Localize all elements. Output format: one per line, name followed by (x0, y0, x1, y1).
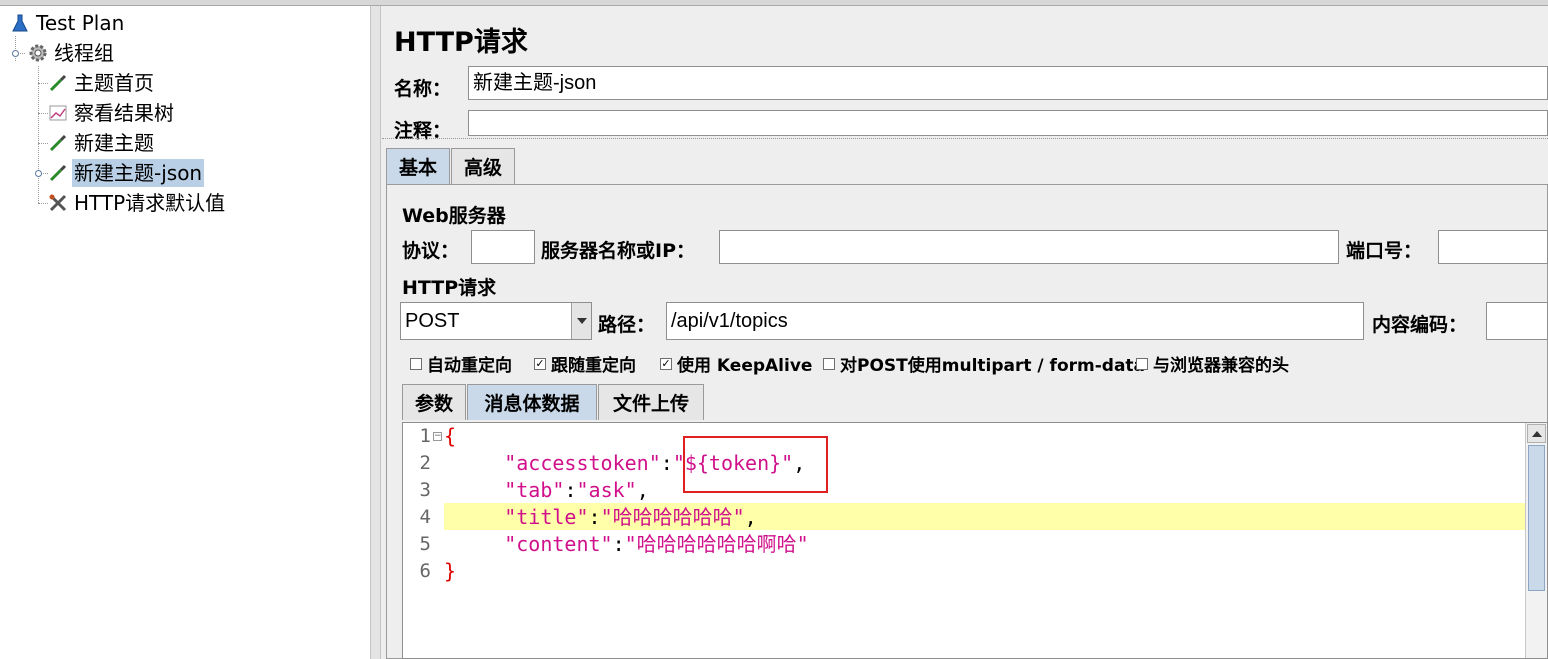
pane-splitter[interactable] (370, 6, 381, 659)
http-request-title: HTTP请求 (402, 277, 497, 299)
line-number: 4 (419, 506, 431, 528)
tree-item-http-defaults[interactable]: HTTP请求默认值 (48, 188, 227, 218)
test-plan-tree: Test Plan 线程组 主题首页 察看结果树 新建主题 新建主题-json (0, 6, 370, 659)
code-line-4: "title":"哈哈哈哈哈哈", (504, 505, 757, 529)
collapse-divider[interactable] (382, 138, 1548, 146)
server-field[interactable] (719, 230, 1339, 264)
protocol-field[interactable] (471, 230, 535, 264)
scrollbar-thumb[interactable] (1528, 445, 1545, 591)
name-label: 名称： (394, 78, 452, 100)
option-multipart[interactable]: 对POST使用multipart / form-data (823, 351, 1145, 376)
checkbox[interactable] (410, 357, 422, 370)
tab-parameters[interactable]: 参数 (402, 384, 466, 420)
pipette-icon (48, 163, 68, 183)
body-data-editor[interactable]: 1 2 3 4 5 6 − { "accesstoken":"${token}"… (402, 422, 1548, 659)
protocol-label: 协议： (402, 240, 460, 262)
code-line-6: } (444, 559, 457, 583)
option-label: 对POST使用multipart / form-data (840, 356, 1146, 376)
tab-body-data[interactable]: 消息体数据 (467, 384, 597, 420)
line-number: 2 (419, 452, 431, 474)
flask-icon (10, 13, 30, 33)
tab-basic[interactable]: 基本 (386, 148, 450, 184)
tree-item-label: HTTP请求默认值 (74, 191, 226, 215)
page-title: HTTP请求 (394, 27, 528, 58)
option-browser-headers[interactable]: 与浏览器兼容的头 (1136, 351, 1289, 376)
option-follow-redirect[interactable]: ✓ 跟随重定向 (534, 351, 636, 376)
option-label: 使用 KeepAlive (677, 356, 813, 376)
tree-item-result-tree[interactable]: 察看结果树 (48, 98, 176, 128)
pipette-icon (48, 133, 68, 153)
tree-item-topic-home[interactable]: 主题首页 (48, 68, 156, 98)
path-field[interactable]: /api/v1/topics (666, 302, 1364, 340)
pipette-icon (48, 73, 68, 93)
tree-item-test-plan[interactable]: Test Plan (10, 8, 126, 38)
line-number-gutter: 1 2 3 4 5 6 − (403, 423, 443, 658)
chart-icon (48, 103, 68, 123)
checkbox-checked[interactable]: ✓ (534, 357, 546, 370)
vertical-scrollbar[interactable] (1525, 423, 1547, 658)
annotation-highlight-box (683, 436, 828, 493)
path-label: 路径： (598, 314, 656, 336)
chevron-down-icon[interactable] (571, 303, 591, 339)
web-server-title: Web服务器 (402, 205, 506, 227)
checkbox[interactable] (823, 357, 835, 370)
code-line-3: "tab":"ask", (504, 478, 649, 502)
tree-expand-handle[interactable] (12, 50, 19, 57)
tree-item-label: 察看结果树 (74, 101, 174, 125)
line-number: 3 (419, 479, 431, 501)
tree-item-label: Test Plan (36, 11, 125, 35)
method-select[interactable]: POST (400, 302, 592, 340)
line-number: 5 (419, 533, 431, 555)
checkbox-checked[interactable]: ✓ (660, 357, 672, 370)
tree-item-thread-group[interactable]: 线程组 (28, 38, 116, 68)
option-label: 跟随重定向 (551, 356, 636, 376)
tree-item-new-topic[interactable]: 新建主题 (48, 128, 156, 158)
option-label: 与浏览器兼容的头 (1153, 356, 1289, 376)
option-auto-redirect[interactable]: 自动重定向 (410, 351, 512, 376)
encoding-label: 内容编码： (1372, 314, 1468, 336)
scroll-up-icon[interactable] (1527, 424, 1546, 443)
fold-toggle-icon[interactable]: − (433, 432, 442, 441)
code-line-5: "content":"哈哈哈哈哈哈啊哈" (504, 532, 809, 556)
tree-expand-handle[interactable] (35, 170, 42, 177)
tab-file-upload[interactable]: 文件上传 (598, 384, 704, 420)
port-field[interactable] (1438, 230, 1548, 264)
checkbox[interactable] (1136, 357, 1148, 370)
name-field[interactable]: 新建主题-json (468, 66, 1548, 100)
server-label: 服务器名称或IP： (541, 240, 695, 262)
line-number: 1 (419, 425, 431, 447)
option-label: 自动重定向 (427, 356, 512, 376)
tree-item-label: 主题首页 (74, 71, 154, 95)
tree-item-label: 新建主题 (74, 131, 154, 155)
option-keepalive[interactable]: ✓ 使用 KeepAlive (660, 351, 812, 376)
comment-field[interactable] (468, 110, 1548, 136)
code-line-1: { (444, 424, 457, 448)
tree-item-label: 新建主题-json (72, 159, 205, 187)
tab-advanced[interactable]: 高级 (451, 148, 515, 184)
tree-item-label: 线程组 (54, 41, 114, 65)
tree-item-new-topic-json[interactable]: 新建主题-json (48, 158, 205, 188)
port-label: 端口号： (1346, 240, 1423, 262)
encoding-field[interactable] (1486, 302, 1548, 340)
wrench-icon (48, 193, 68, 213)
gear-icon (28, 43, 48, 63)
line-number: 6 (419, 560, 431, 582)
method-value: POST (405, 310, 460, 332)
